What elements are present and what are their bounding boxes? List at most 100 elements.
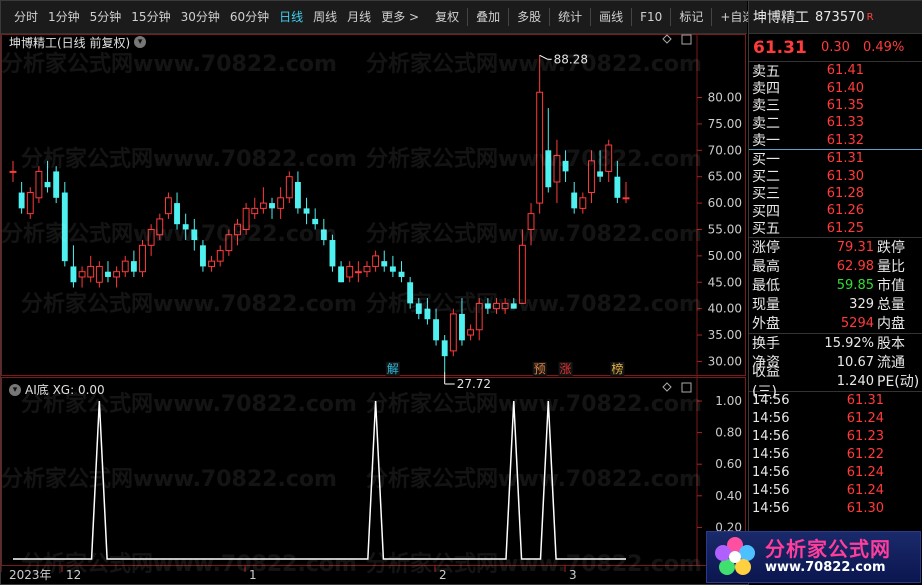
- candle[interactable]: [536, 55, 544, 214]
- candle[interactable]: [579, 192, 587, 214]
- candle[interactable]: [545, 108, 552, 193]
- candle[interactable]: [312, 208, 319, 230]
- candle[interactable]: [61, 181, 68, 267]
- candle[interactable]: [459, 298, 465, 346]
- candle[interactable]: [18, 181, 25, 214]
- candle[interactable]: [501, 298, 509, 314]
- period-button[interactable]: 日线: [274, 6, 308, 28]
- tool-button[interactable]: 复权: [430, 6, 464, 28]
- tool-button[interactable]: 多股: [512, 6, 546, 28]
- candle[interactable]: [70, 245, 77, 288]
- candle[interactable]: [571, 181, 578, 214]
- candle[interactable]: [147, 224, 155, 256]
- event-marker[interactable]: 涨: [558, 361, 573, 376]
- candle[interactable]: [113, 266, 121, 288]
- period-button[interactable]: 60分钟: [225, 6, 274, 28]
- candle[interactable]: [9, 160, 17, 182]
- candle[interactable]: [242, 203, 250, 235]
- period-button[interactable]: 月线: [342, 6, 376, 28]
- candle[interactable]: [303, 197, 310, 225]
- candle[interactable]: [338, 261, 345, 283]
- candle[interactable]: [200, 240, 206, 272]
- orderbook-row[interactable]: 买三 61.28: [749, 185, 922, 203]
- candle[interactable]: [44, 160, 51, 193]
- candle[interactable]: [87, 255, 95, 283]
- orderbook-row[interactable]: 卖二 61.33: [749, 114, 922, 132]
- candle[interactable]: [354, 261, 362, 283]
- candle[interactable]: [467, 324, 475, 341]
- candle[interactable]: [78, 266, 86, 288]
- candle[interactable]: [174, 192, 180, 230]
- orderbook-row[interactable]: 买五 61.25: [749, 220, 922, 238]
- candle[interactable]: [130, 250, 137, 277]
- event-marker[interactable]: 解: [385, 362, 400, 376]
- orderbook-row[interactable]: 买二 61.30: [749, 167, 922, 186]
- candle[interactable]: [493, 298, 500, 314]
- candle[interactable]: [484, 298, 491, 314]
- candle[interactable]: [191, 218, 198, 251]
- candle[interactable]: [441, 335, 448, 372]
- orderbook-row[interactable]: 卖一 61.32: [749, 132, 922, 150]
- period-button[interactable]: 5分钟: [85, 6, 127, 28]
- orderbook-row[interactable]: 买一 61.31: [749, 150, 922, 168]
- candle[interactable]: [294, 171, 301, 214]
- candle[interactable]: [208, 255, 216, 272]
- candle[interactable]: [53, 166, 60, 204]
- period-button[interactable]: 周线: [308, 6, 342, 28]
- candle[interactable]: [381, 250, 388, 272]
- candle[interactable]: [259, 187, 267, 214]
- orderbook-row[interactable]: 卖四 61.40: [749, 79, 922, 98]
- orderbook-row[interactable]: 卖五 61.41: [749, 62, 922, 80]
- tick-list[interactable]: 14:56 61.31 14:56 61.24 14:56 61.23 14:56 61.22…: [749, 392, 922, 518]
- candle[interactable]: [121, 255, 129, 277]
- diamond-icon[interactable]: [662, 34, 672, 44]
- orderbook-row[interactable]: 买四 61.26: [749, 202, 922, 220]
- candle[interactable]: [234, 218, 241, 246]
- candle[interactable]: [372, 250, 380, 272]
- tool-button[interactable]: 标记: [674, 6, 708, 28]
- candle[interactable]: [614, 160, 621, 204]
- period-button[interactable]: 1分钟: [43, 6, 85, 28]
- candle[interactable]: [407, 276, 414, 309]
- candle[interactable]: [415, 298, 422, 320]
- candle[interactable]: [105, 261, 111, 283]
- event-marker[interactable]: 榜: [610, 361, 625, 376]
- candle[interactable]: [527, 203, 535, 246]
- stock-header[interactable]: 坤博精工 873570 R: [749, 1, 922, 34]
- candle[interactable]: [225, 229, 233, 256]
- candle[interactable]: [562, 150, 569, 182]
- kline-chart[interactable]: 80.00 75.00 70.00 65.00 60.00 55.00 50.00 45.00…: [1, 34, 747, 581]
- expand-icon[interactable]: [681, 34, 692, 45]
- candle[interactable]: [553, 139, 561, 204]
- period-button[interactable]: 更多 >: [376, 6, 424, 28]
- candle[interactable]: [285, 171, 293, 204]
- candle[interactable]: [277, 187, 285, 219]
- candle[interactable]: [510, 298, 517, 309]
- candle[interactable]: [398, 261, 405, 283]
- candle[interactable]: [95, 261, 103, 288]
- expand-icon-indicator[interactable]: [681, 382, 692, 393]
- candle[interactable]: [588, 150, 595, 204]
- candle[interactable]: [329, 234, 336, 272]
- tool-button[interactable]: 叠加: [471, 6, 505, 28]
- candle[interactable]: [433, 308, 439, 346]
- candle[interactable]: [164, 192, 172, 219]
- candle[interactable]: [424, 298, 431, 325]
- event-marker[interactable]: 预: [532, 362, 547, 376]
- candle[interactable]: [346, 261, 354, 283]
- candle[interactable]: [139, 240, 146, 277]
- candle[interactable]: [518, 229, 526, 304]
- candle[interactable]: [389, 255, 396, 277]
- candle[interactable]: [363, 261, 371, 277]
- candle[interactable]: [320, 218, 327, 246]
- candle[interactable]: [182, 213, 189, 241]
- tool-button[interactable]: F10: [635, 6, 667, 28]
- candle[interactable]: [475, 298, 483, 341]
- candle[interactable]: [26, 187, 34, 219]
- chart-area[interactable]: 坤博精工(日线 前复权) ▾ ▾ AI底 XG: 0.00 80.00 75.00…: [1, 34, 747, 581]
- period-button[interactable]: 分时: [9, 6, 43, 28]
- orderbook-row[interactable]: 卖三 61.35: [749, 97, 922, 115]
- candle[interactable]: [156, 213, 164, 241]
- period-button[interactable]: 15分钟: [126, 6, 175, 28]
- candle[interactable]: [269, 197, 275, 219]
